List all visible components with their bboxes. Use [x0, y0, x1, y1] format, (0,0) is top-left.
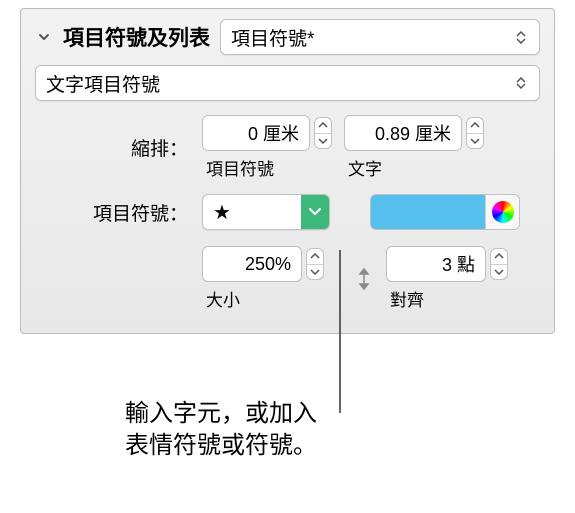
- bullets-lists-panel: 項目符號及列表 項目符號* 文字項目符號 縮排： 項目符號: [20, 8, 555, 334]
- bullet-indent-sublabel: 項目符號: [202, 155, 332, 180]
- text-indent-sublabel: 文字: [344, 155, 484, 180]
- size-group: 大小: [202, 246, 324, 311]
- stepper-up-icon[interactable]: [491, 249, 507, 264]
- star-icon: ★: [203, 195, 301, 229]
- bullet-symbol-label: 項目符號：: [35, 199, 190, 226]
- text-indent-input[interactable]: [344, 115, 462, 151]
- bullet-color-swatch[interactable]: [370, 194, 520, 230]
- indent-row: 縮排： 項目符號 文字: [35, 115, 540, 180]
- stepper-up-icon[interactable]: [315, 118, 331, 133]
- align-input[interactable]: [386, 246, 486, 282]
- bullet-indent-input[interactable]: [202, 115, 310, 151]
- section-title: 項目符號及列表: [63, 22, 210, 52]
- size-sublabel: 大小: [202, 286, 324, 311]
- stepper-down-icon[interactable]: [307, 264, 323, 280]
- chevron-up-down-icon: [513, 77, 529, 89]
- disclosure-toggle[interactable]: [35, 28, 53, 46]
- color-picker-button[interactable]: [485, 195, 519, 229]
- text-indent-stepper[interactable]: [466, 117, 484, 149]
- bullet-indent-stepper[interactable]: [314, 117, 332, 149]
- size-align-row: 大小 對齊: [35, 246, 540, 311]
- align-sublabel: 對齊: [386, 286, 508, 311]
- align-group: 對齊: [386, 246, 508, 311]
- header-row: 項目符號及列表 項目符號*: [35, 19, 540, 55]
- align-stepper[interactable]: [490, 248, 508, 280]
- list-style-select[interactable]: 項目符號*: [220, 19, 540, 55]
- text-indent-group: 文字: [344, 115, 484, 180]
- bullet-glyph-select[interactable]: ★: [202, 194, 330, 230]
- size-input[interactable]: [202, 246, 302, 282]
- vertical-align-icon: [354, 266, 374, 292]
- stepper-up-icon[interactable]: [307, 249, 323, 264]
- annotation-text: 輸入字元，或加入 表情符號或符號。: [125, 398, 317, 463]
- chevron-up-down-icon: [513, 31, 529, 44]
- color-fill[interactable]: [371, 195, 485, 229]
- bullet-type-select[interactable]: 文字項目符號: [35, 65, 540, 101]
- stepper-down-icon[interactable]: [467, 133, 483, 149]
- stepper-down-icon[interactable]: [491, 264, 507, 280]
- indent-label: 縮排：: [35, 134, 190, 161]
- stepper-up-icon[interactable]: [467, 118, 483, 133]
- stepper-down-icon[interactable]: [315, 133, 331, 149]
- bullet-indent-group: 項目符號: [202, 115, 332, 180]
- bullet-symbol-row: 項目符號： ★: [35, 194, 540, 230]
- chevron-down-icon[interactable]: [301, 195, 329, 229]
- size-stepper[interactable]: [306, 248, 324, 280]
- color-wheel-icon: [492, 201, 514, 223]
